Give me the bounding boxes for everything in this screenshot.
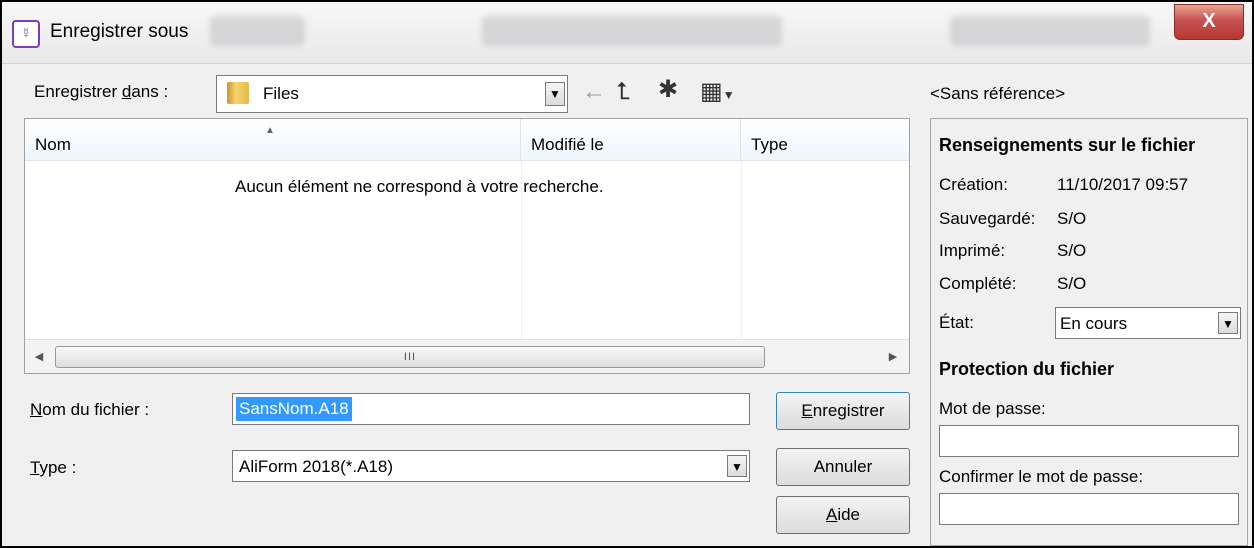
filetype-select[interactable]: AliForm 2018(*.A18) ▼ bbox=[232, 450, 750, 482]
cancel-button[interactable]: Annuler bbox=[776, 448, 910, 486]
password-input[interactable] bbox=[939, 425, 1239, 457]
close-button[interactable]: X bbox=[1174, 4, 1244, 40]
info-label-saved: Sauvegardé: bbox=[939, 209, 1036, 228]
filename-value: SansNom.A18 bbox=[236, 397, 352, 421]
filename-input[interactable]: SansNom.A18 bbox=[232, 393, 750, 425]
column-header-type[interactable]: Type bbox=[741, 119, 909, 161]
sort-arrow-icon: ▲ bbox=[265, 125, 275, 136]
empty-list-message: Aucun élément ne correspond à votre rech… bbox=[235, 177, 604, 196]
filetype-label: Type : bbox=[30, 458, 77, 477]
confirm-password-input[interactable] bbox=[939, 493, 1239, 525]
scroll-thumb[interactable]: III bbox=[55, 346, 765, 368]
file-list[interactable]: Nom ▲ Modifié le Type Aucun élément ne co… bbox=[24, 118, 910, 374]
filetype-value: AliForm 2018(*.A18) bbox=[239, 457, 394, 476]
protection-heading: Protection du fichier bbox=[939, 359, 1115, 379]
title-bar[interactable]: ☿ Enregistrer sous X bbox=[2, 2, 1252, 64]
file-info-heading: Renseignements sur le fichier bbox=[939, 135, 1196, 155]
confirm-password-label: Confirmer le mot de passe: bbox=[939, 467, 1144, 486]
save-button[interactable]: Enregistrer bbox=[776, 392, 910, 430]
background-tab bbox=[482, 16, 782, 46]
column-divider bbox=[741, 161, 742, 339]
background-tab bbox=[210, 16, 305, 46]
scroll-left-icon[interactable]: ◀ bbox=[29, 346, 49, 368]
state-label: État: bbox=[939, 313, 974, 332]
back-icon[interactable]: ← bbox=[582, 80, 606, 104]
close-icon: X bbox=[1202, 10, 1216, 32]
info-label-completed: Complété: bbox=[939, 274, 1017, 293]
scroll-right-icon[interactable]: ▶ bbox=[883, 346, 903, 368]
up-folder-icon[interactable]: ⮤ bbox=[616, 80, 630, 104]
info-value-creation: 11/10/2017 09:57 bbox=[1057, 175, 1189, 194]
help-button[interactable]: Aide bbox=[776, 496, 910, 534]
state-value: En cours bbox=[1060, 314, 1128, 333]
file-info-panel: Renseignements sur le fichier Création: … bbox=[930, 118, 1248, 546]
filename-label: Nom du fichier : bbox=[30, 400, 150, 419]
background-tab bbox=[950, 16, 1150, 46]
app-icon: ☿ bbox=[12, 20, 40, 48]
reference-text: <Sans référence> bbox=[930, 84, 1066, 103]
save-as-dialog: ☿ Enregistrer sous X Enregistrer dans : … bbox=[0, 0, 1254, 548]
horizontal-scrollbar[interactable]: ◀ III ▶ bbox=[25, 339, 909, 373]
info-value-completed: S/O bbox=[1057, 274, 1087, 293]
folder-icon bbox=[227, 82, 249, 104]
column-header-name[interactable]: Nom ▲ bbox=[25, 119, 521, 161]
state-select[interactable]: En cours ▼ bbox=[1055, 307, 1241, 339]
password-label: Mot de passe: bbox=[939, 399, 1046, 418]
chevron-down-icon[interactable]: ▼ bbox=[727, 455, 747, 477]
chevron-down-icon[interactable]: ▼ bbox=[545, 82, 565, 106]
view-menu-icon[interactable]: ▦▼ bbox=[700, 80, 735, 107]
info-value-saved: S/O bbox=[1057, 209, 1087, 228]
scroll-grip: III bbox=[403, 351, 417, 363]
info-value-printed: S/O bbox=[1057, 241, 1087, 260]
window-title: Enregistrer sous bbox=[50, 21, 189, 42]
save-in-value: Files bbox=[263, 84, 299, 103]
new-folder-icon[interactable]: ✱ bbox=[658, 78, 678, 102]
info-label-creation: Création: bbox=[939, 175, 1008, 194]
list-header: Nom ▲ Modifié le Type bbox=[25, 119, 909, 161]
chevron-down-icon[interactable]: ▼ bbox=[1218, 312, 1238, 334]
column-header-modified[interactable]: Modifié le bbox=[521, 119, 741, 161]
save-in-label: Enregistrer dans : bbox=[34, 82, 169, 101]
info-label-printed: Imprimé: bbox=[939, 241, 1006, 260]
